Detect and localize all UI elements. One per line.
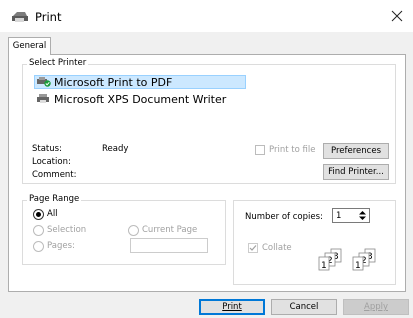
selection-label: Selection	[47, 225, 87, 235]
printer-icon	[12, 12, 28, 22]
copies-label: Number of copies:	[245, 212, 323, 222]
copies-value: 1	[336, 211, 342, 221]
pages-radio[interactable]	[33, 241, 44, 252]
find-printer-label: Find Printer...	[328, 167, 384, 177]
status-value: Ready	[102, 144, 129, 154]
printer-item-print-to-pdf[interactable]: Microsoft Print to PDF	[34, 75, 246, 89]
location-label: Location:	[32, 157, 71, 167]
page-range-legend: Page Range	[27, 194, 82, 204]
collate-label: Collate	[262, 243, 292, 253]
cancel-label: Cancel	[289, 302, 319, 312]
current-page-label: Current Page	[142, 225, 198, 235]
printer-default-icon	[37, 77, 51, 87]
preferences-label: Preferences	[331, 146, 381, 156]
svg-text:1: 1	[355, 261, 361, 271]
find-printer-button[interactable]: Find Printer...	[323, 164, 389, 180]
status-label: Status:	[32, 144, 62, 154]
collate-checkbox[interactable]	[248, 243, 258, 253]
current-page-radio[interactable]	[128, 225, 139, 236]
window-title: Print	[35, 10, 62, 24]
all-label: All	[47, 209, 58, 219]
tab-general[interactable]: General	[8, 37, 51, 55]
selection-radio[interactable]	[33, 225, 44, 236]
print-to-file-checkbox[interactable]	[255, 145, 265, 155]
pages-label: Pages:	[47, 241, 75, 251]
print-button[interactable]: Print	[199, 299, 265, 315]
apply-button[interactable]: Apply	[343, 299, 409, 315]
pages-input[interactable]	[130, 238, 208, 253]
collate-pages-icon: 3 2 1 3 2 1	[318, 248, 376, 271]
close-icon[interactable]	[388, 7, 406, 25]
svg-text:1: 1	[321, 261, 327, 271]
spinner-arrows-icon[interactable]	[356, 209, 369, 222]
print-label: Print	[222, 302, 242, 312]
printer-list[interactable]: Microsoft Print to PDF Microsoft XPS Doc…	[30, 72, 391, 137]
printer-name: Microsoft Print to PDF	[54, 75, 173, 89]
print-to-file-label: Print to file	[269, 145, 316, 155]
printer-icon	[37, 94, 49, 103]
printer-item-xps-writer[interactable]: Microsoft XPS Document Writer	[34, 92, 226, 106]
apply-label: Apply	[364, 302, 388, 312]
printer-name: Microsoft XPS Document Writer	[54, 92, 227, 106]
all-radio[interactable]	[33, 209, 44, 220]
checkmark-icon	[249, 245, 257, 251]
select-printer-legend: Select Printer	[27, 58, 89, 68]
cancel-button[interactable]: Cancel	[271, 299, 337, 315]
preferences-button[interactable]: Preferences	[323, 143, 389, 159]
title-bar	[0, 0, 413, 32]
comment-label: Comment:	[32, 170, 77, 180]
